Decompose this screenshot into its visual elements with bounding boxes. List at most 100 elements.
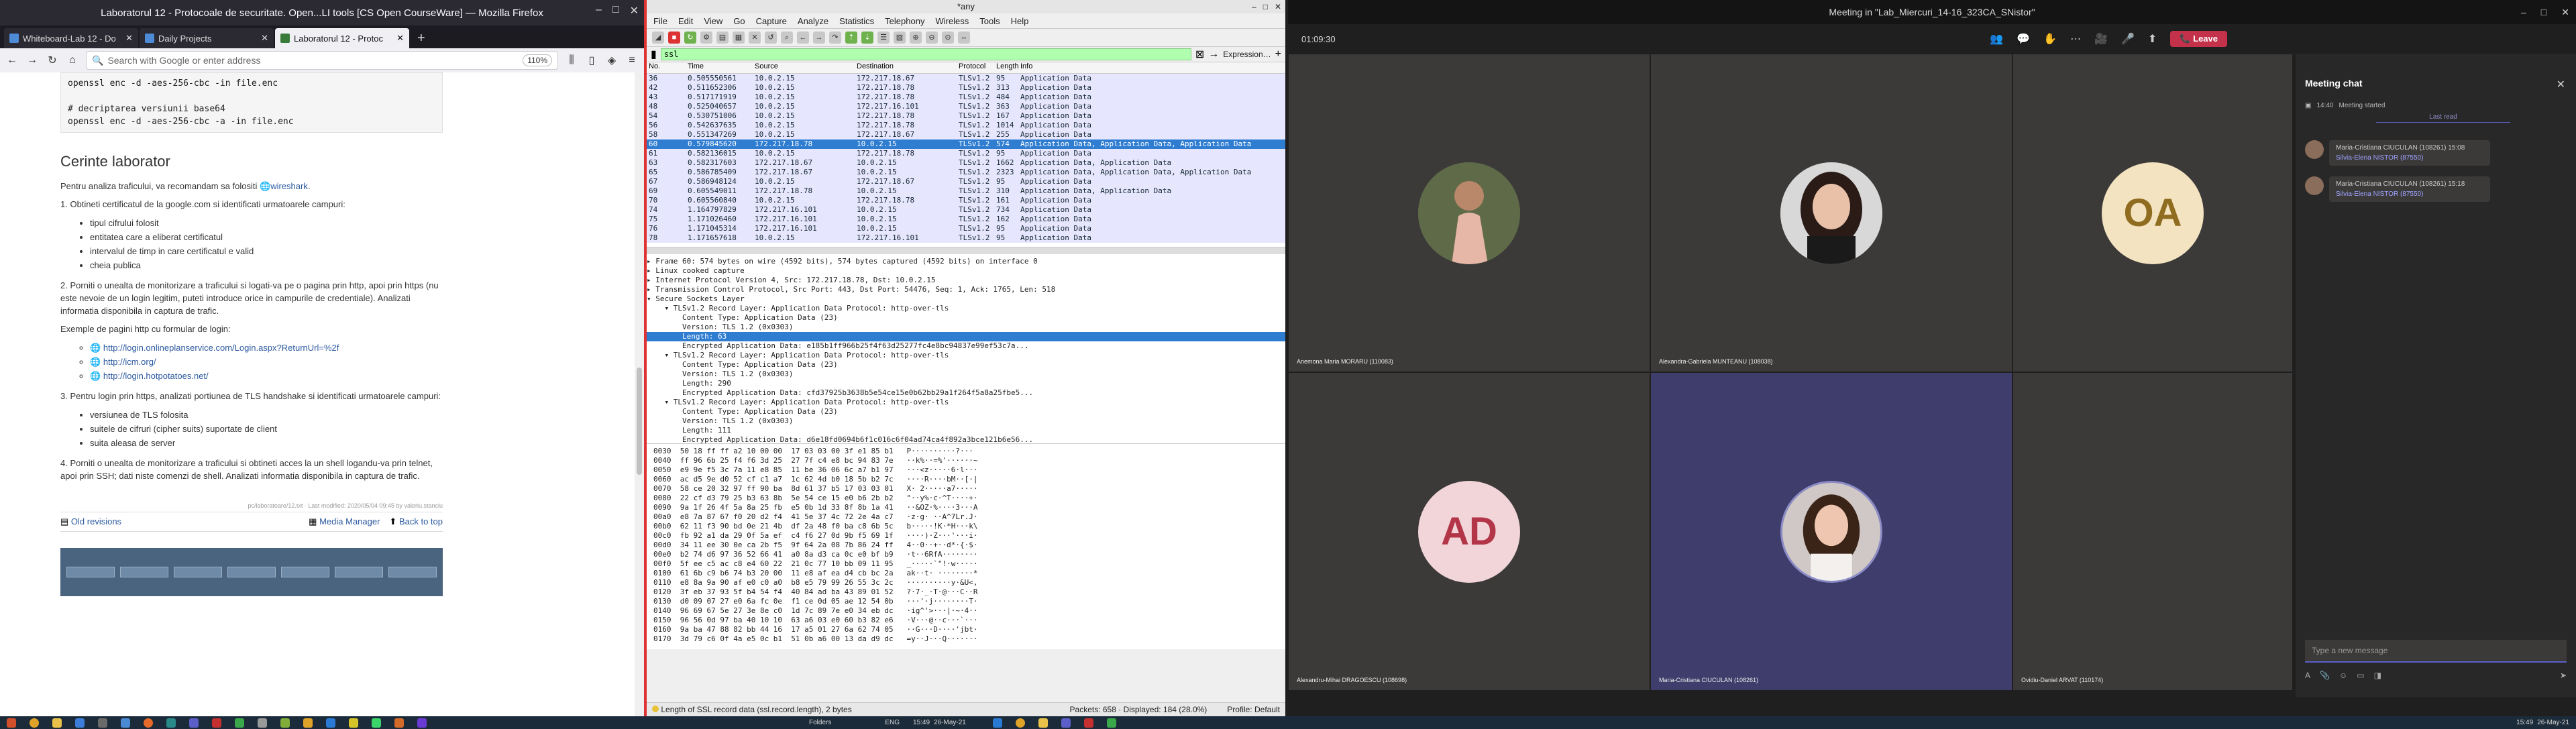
packet-row[interactable]: 76 1.171045314 172.217.16.101 10.0.2.15 TLSv…: [647, 224, 1285, 233]
app-icon[interactable]: [166, 718, 176, 728]
start-icon[interactable]: [7, 718, 16, 728]
menu-analyze[interactable]: Analyze: [798, 16, 828, 26]
app-icon[interactable]: [1083, 718, 1093, 728]
mention[interactable]: Silvia-Elena NISTOR (87550): [2336, 154, 2483, 162]
packet-row[interactable]: 43 0.517171919 10.0.2.15 172.217.18.78 TLSv1…: [647, 93, 1285, 102]
send-icon[interactable]: ➤: [2560, 671, 2567, 684]
zoom-normal-icon[interactable]: ⊙: [942, 32, 954, 44]
start-capture-icon[interactable]: ◢: [652, 32, 664, 44]
close-chat-icon[interactable]: ✕: [2557, 78, 2565, 91]
language-indicator[interactable]: ENG: [885, 719, 900, 726]
first-packet-icon[interactable]: ⇡: [845, 32, 857, 44]
packet-row[interactable]: 70 0.605560840 10.0.2.15 172.217.18.78 TLSv1…: [647, 196, 1285, 205]
detail-tree-item[interactable]: Version: TLS 1.2 (0x0303): [647, 416, 1285, 426]
hex-dump-row[interactable]: 00f0 5f ee c5 ac c8 e4 60 22 21 0c 77 10…: [647, 559, 1285, 569]
footer-badge[interactable]: [281, 567, 329, 577]
detail-tree-item[interactable]: ▾ TLSv1.2 Record Layer: Application Data…: [647, 351, 1285, 360]
back-icon[interactable]: ←: [5, 54, 19, 66]
hex-dump-row[interactable]: 0140 96 69 67 5e 27 3e 8e c0 1d 7c 89 7e…: [647, 606, 1285, 616]
chat-message-input[interactable]: Type a new message: [2305, 640, 2567, 663]
column-no[interactable]: No.: [647, 62, 686, 73]
app-icon[interactable]: [372, 718, 381, 728]
maximize-icon[interactable]: □: [612, 4, 619, 17]
go-forward-icon[interactable]: →: [813, 32, 825, 44]
chrome-icon[interactable]: [1015, 718, 1025, 728]
teams-icon[interactable]: [189, 718, 199, 728]
clock-date[interactable]: 26-May-21: [934, 719, 966, 726]
hex-dump-row[interactable]: 0030 50 18 ff ff a2 10 00 00 17 03 03 00…: [647, 447, 1285, 456]
packet-row[interactable]: 42 0.511652306 10.0.2.15 172.217.18.78 TLSv1…: [647, 83, 1285, 93]
apply-filter-icon[interactable]: →: [1208, 48, 1219, 60]
participant-tile[interactable]: Ovidiu-Daniel ARVAT (110174): [2012, 372, 2293, 691]
column-time[interactable]: Time: [686, 62, 753, 73]
back-to-top-link[interactable]: Back to top: [399, 516, 443, 526]
sidebar-icon[interactable]: ▯: [585, 54, 598, 67]
maximize-icon[interactable]: □: [2541, 0, 2546, 24]
minimize-icon[interactable]: –: [1252, 0, 1256, 13]
colorize-icon[interactable]: ▨: [894, 32, 906, 44]
firefox-icon[interactable]: [144, 718, 153, 728]
status-profile[interactable]: Profile: Default: [1227, 705, 1280, 714]
go-to-packet-icon[interactable]: ↷: [829, 32, 841, 44]
packet-row[interactable]: 58 0.551347269 10.0.2.15 172.217.18.67 TLSv1…: [647, 130, 1285, 139]
participant-tile[interactable]: Anemona Maria MORARU (110083): [1288, 54, 1650, 372]
hex-dump-row[interactable]: 0050 e9 9e f5 3c 7a 11 e8 85 11 be 36 06…: [647, 465, 1285, 475]
capture-options-icon[interactable]: ⚙: [700, 32, 712, 44]
detail-tree-item[interactable]: Encrypted Application Data: cfd37925b363…: [647, 388, 1285, 398]
participant-tile[interactable]: Alexandra-Gabriela MUNTEANU (108038): [1650, 54, 2012, 372]
more-actions-icon[interactable]: ⋯: [2070, 32, 2081, 46]
close-file-icon[interactable]: ✕: [749, 32, 761, 44]
address-bar[interactable]: 🔍 Search with Google or enter address 11…: [86, 51, 558, 70]
clock-date-right[interactable]: 26-May-21: [2537, 719, 2569, 726]
detail-tree-item[interactable]: Content Type: Application Data (23): [647, 360, 1285, 370]
add-filter-icon[interactable]: +: [1275, 48, 1281, 60]
app-icon[interactable]: [258, 718, 267, 728]
detail-tree-item[interactable]: ▾ TLSv1.2 Record Layer: Application Data…: [647, 398, 1285, 407]
example-link[interactable]: http://icm.org/: [103, 357, 156, 367]
detail-tree-item[interactable]: Length: 111: [647, 426, 1285, 435]
hex-dump-row[interactable]: 0120 3f eb 37 93 5f b4 54 f4 40 84 ad ba…: [647, 587, 1285, 597]
file-explorer-icon[interactable]: [52, 718, 62, 728]
app-icon[interactable]: [98, 718, 107, 728]
clock-time[interactable]: 15:49: [913, 719, 930, 726]
menu-icon[interactable]: ≡: [625, 54, 639, 66]
windows-start-icon[interactable]: [992, 718, 1002, 728]
footer-badge[interactable]: [174, 567, 222, 577]
footer-badge[interactable]: [66, 567, 115, 577]
chrome-icon[interactable]: [30, 718, 39, 728]
tab-laboratorul-12[interactable]: Laboratorul 12 - Protoc ✕: [275, 28, 409, 48]
detail-tree-item[interactable]: ▾ Secure Sockets Layer: [647, 294, 1285, 304]
detail-tree-item[interactable]: Content Type: Application Data (23): [647, 313, 1285, 323]
menu-view[interactable]: View: [704, 16, 722, 26]
packet-row[interactable]: 69 0.605549011 172.217.18.78 10.0.2.15 TLSv1…: [647, 186, 1285, 196]
bookmark-icon[interactable]: ▮: [651, 48, 657, 61]
minimize-icon[interactable]: –: [596, 4, 602, 17]
menu-telephony[interactable]: Telephony: [885, 16, 924, 26]
tab-whiteboard[interactable]: Whiteboard-Lab 12 - Do ✕: [4, 28, 138, 48]
folders-label[interactable]: Folders: [809, 719, 831, 726]
participant-tile-speaking[interactable]: Maria-Cristiana CIUCULAN (108261): [1650, 372, 2012, 691]
hex-dump-row[interactable]: 00b0 62 11 f3 90 bd 0e 21 4b df 2a 48 f0…: [647, 522, 1285, 531]
close-icon[interactable]: ✕: [630, 4, 639, 17]
packet-row[interactable]: 56 0.542637635 10.0.2.15 172.217.18.78 TLSv1…: [647, 121, 1285, 130]
close-tab-icon[interactable]: ✕: [396, 33, 404, 44]
packet-row[interactable]: 36 0.505550561 10.0.2.15 172.217.18.67 TLSv1…: [647, 74, 1285, 83]
menu-wireless[interactable]: Wireless: [935, 16, 969, 26]
hex-dump-row[interactable]: 0070 58 ce 20 32 97 ff 90 ba 8d 61 37 b5…: [647, 484, 1285, 494]
hex-dump-row[interactable]: 0100 61 6b c9 b6 74 b3 20 00 11 e8 af ea…: [647, 569, 1285, 578]
hex-dump-row[interactable]: 0150 96 56 0d 97 ba 40 10 10 63 a6 03 e0…: [647, 616, 1285, 625]
hex-dump-row[interactable]: 0160 9a ba 47 88 82 bb 44 16 17 a5 01 27…: [647, 625, 1285, 634]
participant-tile[interactable]: AD Alexandru-Mihai DRAGOESCU (108698): [1288, 372, 1650, 691]
tab-daily-projects[interactable]: Daily Projects ✕: [140, 28, 274, 48]
maximize-icon[interactable]: □: [1263, 0, 1268, 13]
find-packet-icon[interactable]: ⌕: [781, 32, 793, 44]
pocket-icon[interactable]: ◈: [605, 54, 619, 67]
packet-row[interactable]: 48 0.525040657 10.0.2.15 172.217.16.101 TLSv…: [647, 102, 1285, 111]
hex-dump-row[interactable]: 0060 ac d5 9e d0 52 cf c1 a7 1c 62 4d b0…: [647, 475, 1285, 484]
mention[interactable]: Silvia-Elena NISTOR (87550): [2336, 190, 2483, 198]
menu-edit[interactable]: Edit: [678, 16, 693, 26]
participants-icon[interactable]: 👥: [1990, 32, 2003, 46]
home-icon[interactable]: ⌂: [66, 54, 79, 66]
microphone-icon[interactable]: 🎤: [2121, 32, 2135, 46]
hex-dump-row[interactable]: 0090 9a 1f 26 4f 5a 8a 25 fb e5 0b 1d 33…: [647, 503, 1285, 512]
